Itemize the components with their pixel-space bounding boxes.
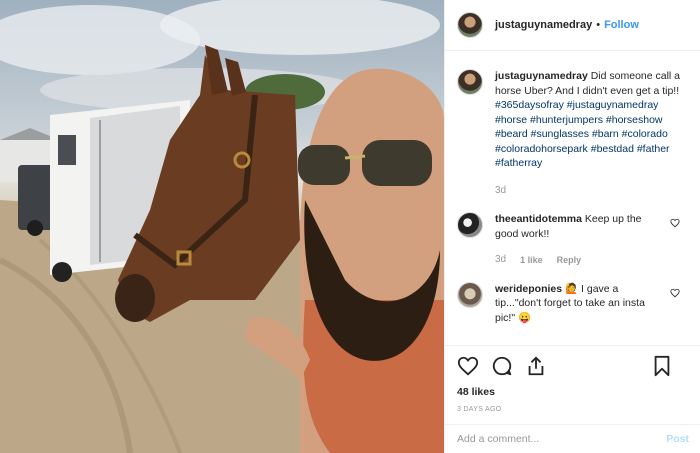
likes-count[interactable]: 48 likes — [457, 386, 689, 398]
action-icons — [457, 354, 689, 378]
photo-illustration — [0, 0, 444, 453]
caption-meta: 3d — [495, 184, 688, 199]
comment-item: theeantidotemma Keep up the good work!! … — [457, 212, 688, 268]
comments-list: justaguynamedray Did someone call a hors… — [445, 51, 700, 389]
caption-avatar[interactable] — [457, 69, 483, 95]
comment-avatar[interactable] — [457, 281, 483, 308]
comment-icon[interactable] — [491, 355, 513, 377]
caption-body: justaguynamedray Did someone call a hors… — [495, 69, 688, 198]
caption-hashtags[interactable]: #365daysofray #justaguynamedray #horse #… — [495, 99, 670, 169]
author-username[interactable]: justaguynamedray — [495, 19, 592, 31]
comment-body: werideponies 🙋 I gave a tip..."don't for… — [495, 282, 663, 326]
raising-hand-emoji: 🙋 — [565, 282, 579, 295]
separator-dot: • — [596, 19, 601, 31]
comment-input[interactable] — [457, 433, 667, 445]
author-avatar[interactable] — [457, 12, 483, 38]
post-header: justaguynamedray • Follow — [445, 0, 700, 51]
comment-like-heart-icon[interactable] — [670, 218, 680, 228]
comment-time[interactable]: 3d — [495, 253, 506, 268]
comment-composer: Post — [445, 424, 700, 453]
comment-avatar[interactable] — [457, 212, 483, 238]
post-timestamp[interactable]: 3 DAYS AGO — [457, 406, 689, 413]
bookmark-icon[interactable] — [651, 355, 673, 377]
post-button[interactable]: Post — [666, 433, 689, 445]
comment-item: werideponies 🙋 I gave a tip..."don't for… — [457, 281, 688, 326]
post-actions: 48 likes 3 DAYS AGO — [445, 345, 700, 413]
caption: justaguynamedray Did someone call a hors… — [457, 69, 688, 198]
caption-username[interactable]: justaguynamedray — [495, 70, 588, 82]
post-photo[interactable] — [0, 0, 444, 453]
heart-icon[interactable] — [457, 355, 479, 377]
comment-meta: 3d 1 like Reply — [495, 253, 663, 268]
comment-body: theeantidotemma Keep up the good work!! … — [495, 212, 663, 268]
caption-time[interactable]: 3d — [495, 184, 506, 199]
comment-likes[interactable]: 1 like — [520, 253, 543, 268]
follow-button[interactable]: Follow — [604, 19, 639, 31]
comment-username[interactable]: theeantidotemma — [495, 213, 582, 225]
reply-button[interactable]: Reply — [557, 253, 582, 268]
comment-username[interactable]: werideponies — [495, 283, 562, 295]
comment-like-heart-icon[interactable] — [670, 288, 680, 298]
share-icon[interactable] — [525, 355, 547, 377]
post-sidebar: justaguynamedray • Follow justaguynamedr… — [444, 0, 700, 453]
